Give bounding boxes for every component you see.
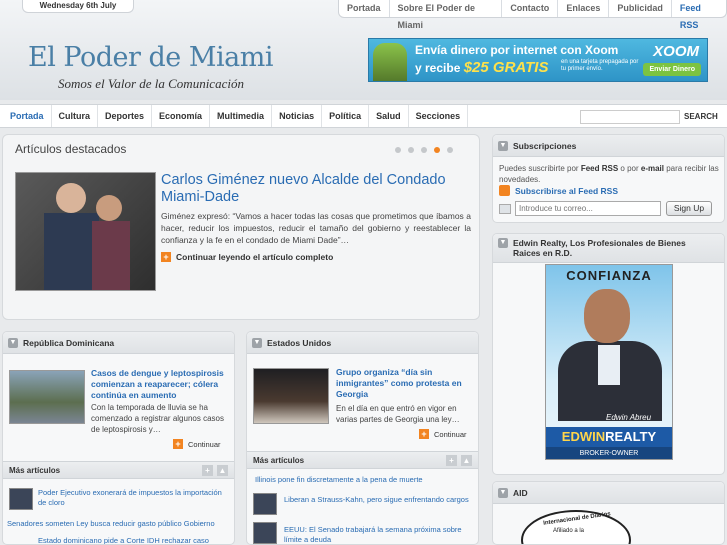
collapse-arrow-icon[interactable]: ▼ — [498, 487, 508, 498]
article-image[interactable] — [9, 370, 85, 424]
nav-deportes[interactable]: Deportes — [98, 105, 153, 127]
featured-continue-link[interactable]: + Continuar leyendo el artículo completo — [161, 252, 333, 262]
edwin-realty-widget: ▼ Edwin Realty, Los Profesionales de Bie… — [492, 233, 725, 475]
widget-header[interactable]: ▼ Subscripciones — [493, 135, 724, 157]
section-estados-unidos: ▼ Estados Unidos Grupo organiza “día sin… — [246, 331, 479, 545]
nav-salud[interactable]: Salud — [369, 105, 409, 127]
xoom-banner-ad[interactable]: Envía dinero por internet con Xoom y rec… — [368, 38, 708, 82]
collapse-arrow-icon[interactable]: ▼ — [8, 337, 18, 348]
widget-header[interactable]: ▼ AID — [493, 482, 724, 504]
ad-small-print: en una tarjeta prepagada por tu primer e… — [561, 59, 639, 72]
section-header[interactable]: ▼ República Dominicana — [3, 332, 234, 354]
more-articles-header: Más artículos + ▲ — [247, 451, 478, 469]
article-thumbnail[interactable] — [253, 522, 277, 544]
topnav-contacto[interactable]: Contacto — [501, 0, 557, 17]
more-article-link[interactable]: Senadores someten Ley busca reducir gast… — [7, 519, 232, 529]
plus-icon: + — [419, 429, 429, 439]
featured-heading: Artículos destacados — [15, 142, 127, 156]
featured-excerpt: Giménez expresó: “Vamos a hacer todas la… — [161, 211, 471, 245]
edwin-realty-logo: EDWINREALTY — [546, 427, 672, 447]
featured-image[interactable] — [15, 172, 156, 291]
slider-dot-2[interactable] — [408, 147, 414, 153]
nav-portada[interactable]: Portada — [3, 105, 52, 127]
slider-dot-3[interactable] — [421, 147, 427, 153]
more-article-link[interactable]: Illinois pone fin discretamente a la pen… — [255, 475, 470, 485]
topnav-portada[interactable]: Portada — [339, 0, 389, 17]
topnav-enlaces[interactable]: Enlaces — [557, 0, 608, 17]
site-tagline: Somos el Valor de la Comunicación — [58, 76, 244, 91]
ad-headline: CONFIANZA — [566, 268, 652, 283]
subscribe-rss-link[interactable]: Subscribirse al Feed RSS — [499, 185, 618, 196]
nav-multimedia[interactable]: Multimedia — [210, 105, 273, 127]
plus-icon: + — [161, 252, 171, 262]
ad-send-money-button[interactable]: Enviar Dinero — [643, 63, 701, 76]
plus-icon[interactable]: + — [446, 455, 457, 466]
article-title[interactable]: Casos de dengue y leptospirosis comienza… — [91, 368, 229, 401]
rss-icon — [499, 185, 510, 196]
nav-economia[interactable]: Economía — [152, 105, 211, 127]
topnav-publicidad[interactable]: Publicidad — [608, 0, 671, 17]
slider-dot-1[interactable] — [395, 147, 401, 153]
topnav-sobre[interactable]: Sobre El Poder de Miami — [388, 0, 502, 30]
topnav-feed-rss[interactable]: Feed RSS — [670, 0, 726, 30]
agent-photo — [584, 289, 630, 343]
featured-articles: Artículos destacados Carlos Giménez nuev… — [2, 134, 480, 320]
article-thumbnail[interactable] — [9, 488, 33, 510]
subscriptions-description: Puedes suscribirte por Feed RSS o por e-… — [499, 164, 719, 184]
agent-signature: Edwin Abreu — [606, 413, 652, 422]
article-thumbnail[interactable] — [253, 493, 277, 515]
ad-person-image — [373, 43, 407, 81]
subscriptions-widget: ▼ Subscripciones Puedes suscribirte por … — [492, 134, 725, 223]
collapse-arrow-icon[interactable]: ▼ — [498, 238, 508, 248]
more-article-link[interactable]: EEUU: El Senado trabajará la semana próx… — [284, 525, 474, 544]
article-excerpt: Con la temporada de lluvia se ha comenza… — [91, 403, 224, 434]
slider-dot-4-active[interactable] — [434, 147, 440, 153]
section-header[interactable]: ▼ Estados Unidos — [247, 332, 478, 354]
collapse-arrow-icon[interactable]: ▼ — [252, 337, 262, 348]
edwin-realty-ad[interactable]: CONFIANZA Edwin Abreu EDWINREALTY BROKER… — [545, 264, 673, 460]
article-excerpt: En el día en que entró en vigor en varia… — [336, 404, 460, 424]
site-logo[interactable]: El Poder de Miami — [28, 42, 273, 73]
date-display: Wednesday 6th July — [22, 0, 134, 13]
slider-dots — [395, 147, 453, 153]
ad-line-1: Envía dinero por internet con Xoom — [415, 43, 619, 57]
up-arrow-icon[interactable]: ▲ — [217, 465, 228, 476]
plus-icon: + — [173, 439, 183, 449]
signup-button[interactable]: Sign Up — [666, 201, 712, 216]
email-field[interactable] — [515, 201, 661, 216]
slider-dot-5[interactable] — [447, 147, 453, 153]
aid-widget: ▼ AID Internacional de Diarios Afiliado … — [492, 481, 725, 545]
search-button[interactable]: SEARCH — [684, 110, 718, 124]
widget-header[interactable]: ▼ Edwin Realty, Los Profesionales de Bie… — [493, 234, 724, 263]
site-header: Wednesday 6th July Portada Sobre El Pode… — [0, 0, 727, 100]
main-nav: Portada Cultura Deportes Economía Multim… — [0, 104, 727, 128]
plus-icon[interactable]: + — [202, 465, 213, 476]
featured-title[interactable]: Carlos Giménez nuevo Alcalde del Condado… — [161, 172, 471, 206]
article-title[interactable]: Grupo organiza “día sin inmigrantes” com… — [336, 367, 472, 400]
more-article-link[interactable]: Estado dominicano pide a Corte IDH recha… — [38, 536, 228, 544]
aid-logo[interactable]: Internacional de Diarios Afiliado a la — [521, 510, 631, 544]
nav-cultura[interactable]: Cultura — [52, 105, 99, 127]
email-icon — [499, 204, 511, 214]
more-article-link[interactable]: Poder Ejecutivo exonerará de impuestos l… — [38, 488, 228, 508]
broker-owner-label: BROKER-OWNER — [546, 447, 672, 459]
xoom-logo: XOOM — [653, 43, 699, 60]
section-republica-dominicana: ▼ República Dominicana Casos de dengue y… — [2, 331, 235, 545]
search-input[interactable] — [580, 110, 680, 124]
article-continue-link[interactable]: + Continuar — [173, 439, 221, 449]
collapse-arrow-icon[interactable]: ▼ — [498, 140, 508, 151]
nav-politica[interactable]: Política — [322, 105, 370, 127]
more-article-link[interactable]: Liberan a Strauss-Kahn, pero sigue enfre… — [284, 495, 474, 505]
nav-secciones[interactable]: Secciones — [409, 105, 469, 127]
up-arrow-icon[interactable]: ▲ — [461, 455, 472, 466]
ad-line-2: y recibe $25 GRATIS — [415, 59, 549, 76]
article-image[interactable] — [253, 368, 329, 424]
more-articles-header: Más artículos + ▲ — [3, 461, 234, 479]
article-continue-link[interactable]: + Continuar — [419, 429, 467, 439]
ad-amount: $25 GRATIS — [463, 59, 549, 76]
top-nav: Portada Sobre El Poder de Miami Contacto… — [338, 0, 727, 30]
nav-noticias[interactable]: Noticias — [272, 105, 323, 127]
